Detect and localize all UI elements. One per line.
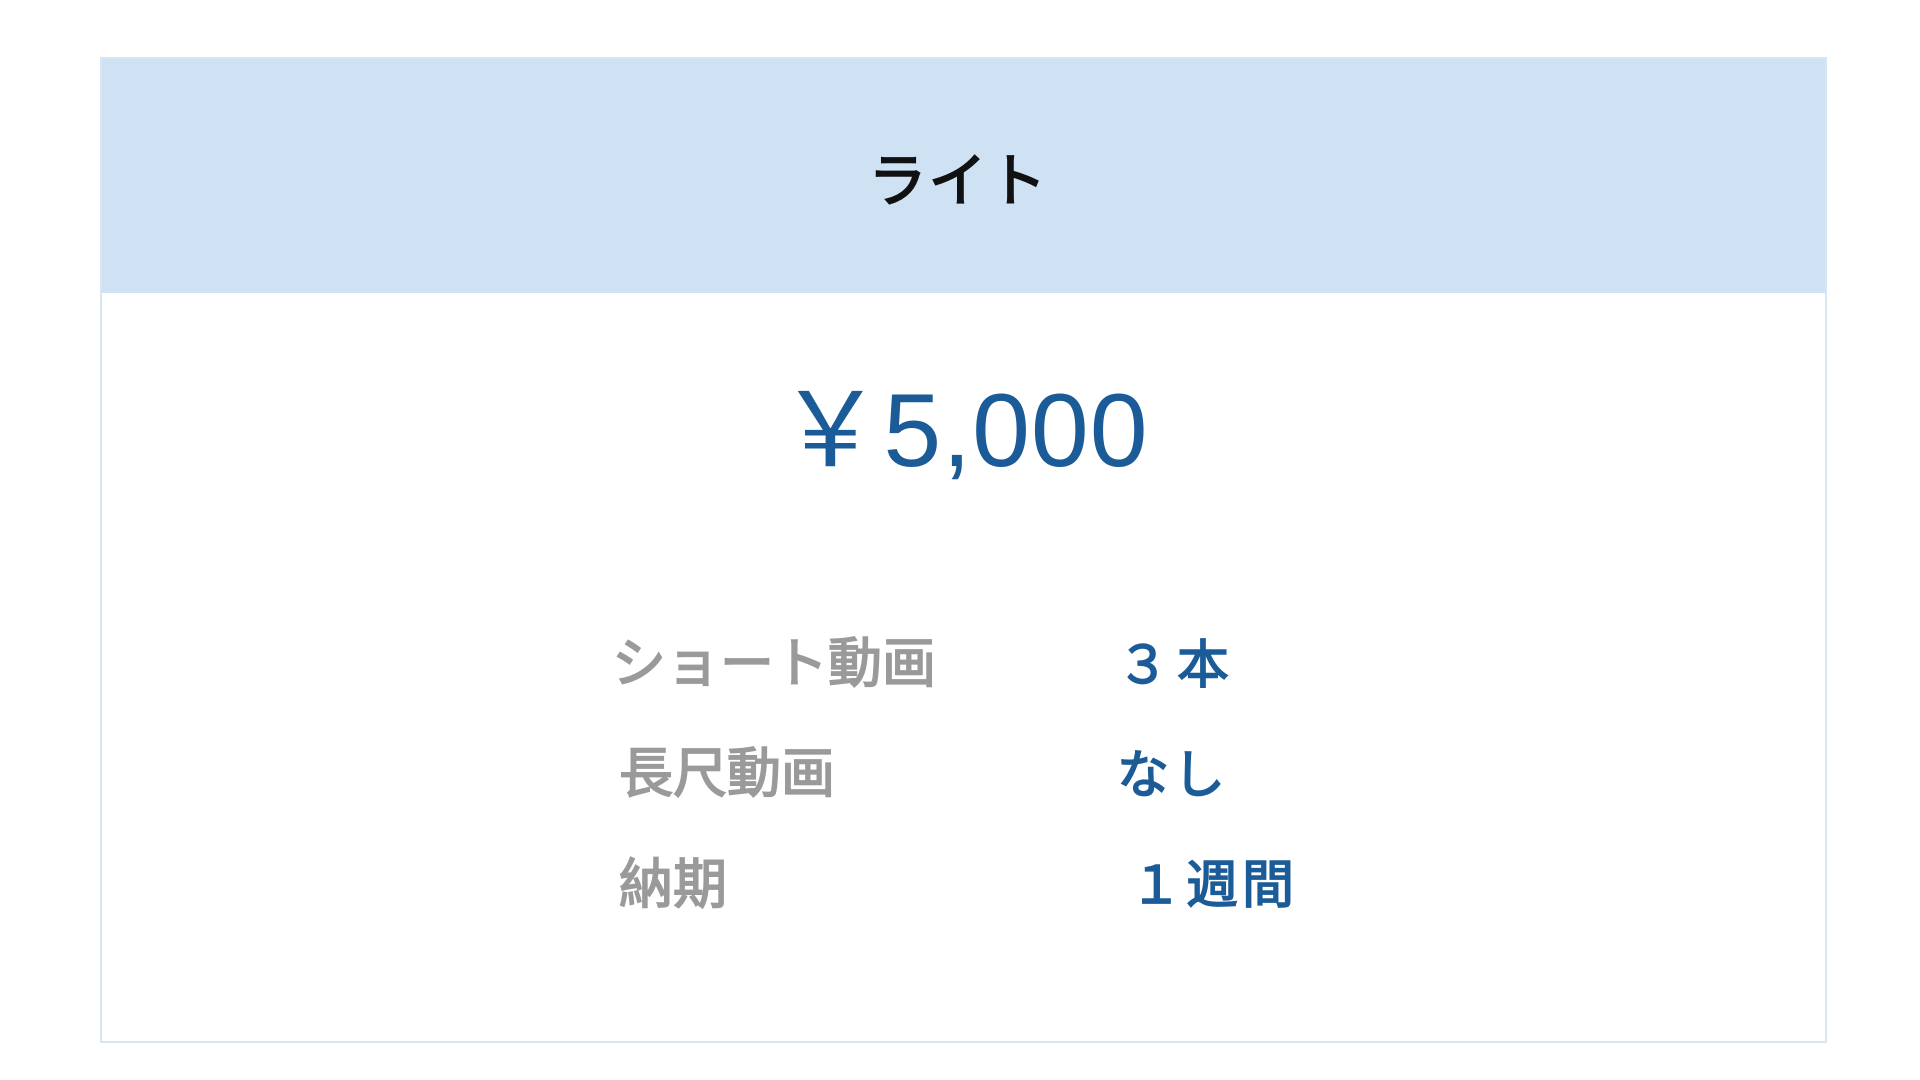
feature-value: ３本 <box>1117 636 1238 696</box>
feature-label: 納期 <box>619 853 727 916</box>
feature-value: １週間 <box>1130 856 1299 916</box>
feature-label: 長尺動画 <box>619 742 835 805</box>
feature-value: なし <box>1117 746 1230 806</box>
feature-list: ショート動画 ３本 長尺動画 なし 納期 １週間 <box>102 59 1825 1041</box>
plan-card: ライト ￥5,000 ショート動画 ３本 長尺動画 なし 納期 １週間 <box>100 57 1827 1043</box>
feature-label: ショート動画 <box>612 632 936 695</box>
